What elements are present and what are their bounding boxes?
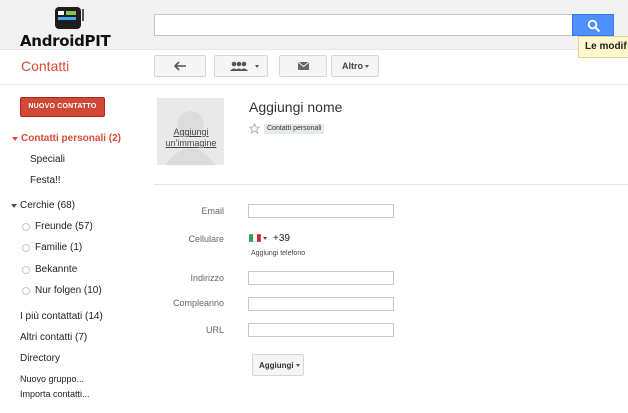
italy-flag-icon[interactable] [249,234,261,242]
nav-circle-nur-folgen[interactable]: Nur folgen (10) [35,285,102,296]
email-input[interactable] [248,204,394,218]
people-icon [230,61,248,71]
nav-most-contacted[interactable]: I più contattati (14) [20,311,103,322]
nav-circle-freunde[interactable]: Freunde (57) [35,221,93,232]
chevron-down-icon [295,364,300,368]
back-arrow-icon [174,61,186,71]
more-button-label: Altro [342,61,363,71]
birthday-label: Compleanno [172,298,224,308]
chevron-down-icon [255,65,259,68]
circle-icon [22,223,30,231]
chevron-down-icon [365,65,369,69]
caret-down-icon [11,204,17,208]
nav-circle-bekannte[interactable]: Bekannte [35,264,77,275]
app-title[interactable]: Contatti [21,58,69,74]
groups-button[interactable] [214,55,268,77]
nav-group-festa[interactable]: Festa!! [30,175,61,186]
search-button[interactable] [572,14,614,36]
phone-country-code[interactable]: +39 [273,233,290,244]
circle-icon [22,244,30,252]
mail-icon [298,62,309,70]
androidpit-logo[interactable]: AndroidPIT [18,4,138,50]
divider [0,84,628,85]
brand-name: AndroidPIT [20,32,111,50]
divider [154,184,628,185]
nav-personal-contacts[interactable]: Contatti personali (2) [21,133,121,144]
circle-icon [22,266,30,274]
url-label: URL [205,325,224,335]
add-field-button[interactable]: Aggiungi [252,354,304,376]
add-phone-link[interactable]: Aggiungi telefono [251,250,305,257]
search-icon [587,19,601,33]
add-photo-link[interactable]: Aggiungi un'immagine [158,127,224,149]
mobile-label: Cellulare [188,234,224,244]
tooltip: Le modif [578,36,628,58]
new-group-link[interactable]: Nuovo gruppo... [20,374,84,384]
more-button[interactable]: Altro [331,55,379,77]
birthday-input[interactable] [248,297,394,311]
email-button[interactable] [279,55,327,77]
nav-directory[interactable]: Directory [20,353,60,364]
chevron-down-icon[interactable] [263,237,267,240]
circle-icon [22,287,30,295]
search-input[interactable] [154,14,572,36]
caret-down-icon [12,137,18,141]
nav-group-speciali[interactable]: Speciali [30,154,65,165]
androidpit-logo-icon [55,7,84,29]
star-icon[interactable] [249,123,260,134]
top-bar: AndroidPIT Le modif [0,0,628,58]
back-button[interactable] [154,55,206,77]
nav-circles[interactable]: Cerchie (68) [20,200,75,211]
add-field-label: Aggiungi [259,361,294,370]
email-label: Email [201,206,224,216]
import-contacts-link[interactable]: Importa contatti... [20,389,90,399]
address-input[interactable] [248,271,394,285]
nav-circle-familie[interactable]: Familie (1) [35,242,82,253]
new-contact-button[interactable]: NUOVO CONTATTO [20,97,105,117]
add-name-field[interactable]: Aggiungi nome [249,99,342,115]
address-label: Indirizzo [190,273,224,283]
url-input[interactable] [248,323,394,337]
group-tag[interactable]: Contatti personali [264,124,325,134]
nav-other-contacts[interactable]: Altri contatti (7) [20,332,87,343]
